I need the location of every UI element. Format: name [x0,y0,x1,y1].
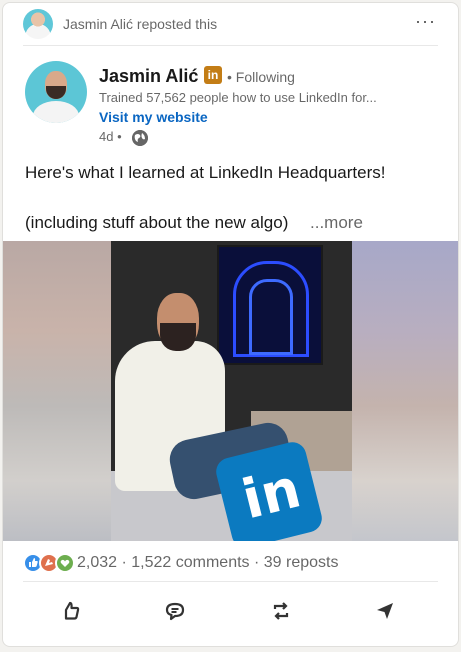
image-blur-left [3,241,111,541]
feed-post-card: Jasmin Alić reposted this ··· Jasmin Ali… [2,2,459,647]
repost-icon [273,602,289,620]
actions-divider [23,581,438,582]
more-options-icon[interactable]: ··· [415,11,436,32]
follow-status: • Following [227,69,295,85]
send-button[interactable] [373,599,399,625]
post-text-line-1: Here's what I learned at LinkedIn Headqu… [25,163,386,182]
globe-icon [132,130,148,146]
like-button[interactable] [59,599,85,625]
comment-button[interactable] [163,599,189,625]
support-icon [55,553,75,573]
visit-website-link[interactable]: Visit my website [99,109,208,125]
post-time: 4d • [99,129,122,144]
avatar-shirt [33,101,79,123]
neon-art [217,245,323,365]
reposter-avatar[interactable] [23,9,53,39]
author-headline: Trained 57,562 people how to use LinkedI… [99,90,377,105]
post-text-line-2: (including stuff about the new algo) [25,213,289,232]
photo-person-beard [160,323,196,351]
author-name[interactable]: Jasmin Alić [99,66,198,87]
post-actions [3,593,458,633]
comment-icon [165,602,185,621]
thumbs-up-icon [64,601,80,620]
repost-header: Jasmin Alić reposted this ··· [3,3,458,45]
photo: in [111,241,352,541]
repost-text: Jasmin Alić reposted this [63,16,218,32]
author-avatar[interactable] [25,61,87,123]
see-more-button[interactable]: ...more [310,213,363,233]
social-counts: 2,032 · 1,522 comments · 39 reposts [3,551,458,577]
send-icon [377,603,393,619]
reaction-comment-repost-counts[interactable]: 2,032 · 1,522 comments · 39 reposts [77,554,338,572]
post-image[interactable]: in [3,241,458,541]
reaction-icons[interactable] [23,553,77,573]
linkedin-premium-badge-icon: in [204,66,222,84]
pillow-logo-text: in [236,456,307,532]
repost-button[interactable] [269,599,295,625]
header-divider [23,45,438,46]
image-blur-right [352,241,458,541]
